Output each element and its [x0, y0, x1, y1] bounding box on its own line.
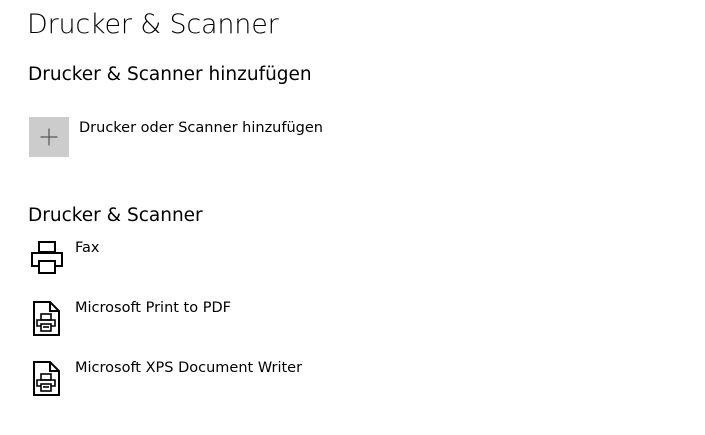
device-label-xps-writer: Microsoft XPS Document Writer [75, 360, 303, 376]
device-item-fax[interactable]: Fax [29, 240, 629, 280]
document-printer-icon [33, 301, 60, 336]
device-item-xps-writer[interactable]: Microsoft XPS Document Writer [29, 360, 629, 400]
document-printer-icon [33, 361, 60, 396]
devices-section-heading: Drucker & Scanner [28, 205, 203, 226]
plus-icon [40, 128, 58, 146]
device-label-print-to-pdf: Microsoft Print to PDF [75, 300, 231, 316]
add-printer-scanner-label: Drucker oder Scanner hinzufügen [79, 120, 323, 136]
page-title: Drucker & Scanner [27, 9, 279, 40]
printer-icon [31, 241, 63, 274]
add-printer-scanner-button[interactable]: Drucker oder Scanner hinzufügen [29, 117, 323, 157]
add-section-heading: Drucker & Scanner hinzufügen [28, 64, 312, 85]
device-item-print-to-pdf[interactable]: Microsoft Print to PDF [29, 300, 629, 340]
add-tile[interactable] [29, 117, 69, 157]
device-label-fax: Fax [75, 240, 100, 256]
